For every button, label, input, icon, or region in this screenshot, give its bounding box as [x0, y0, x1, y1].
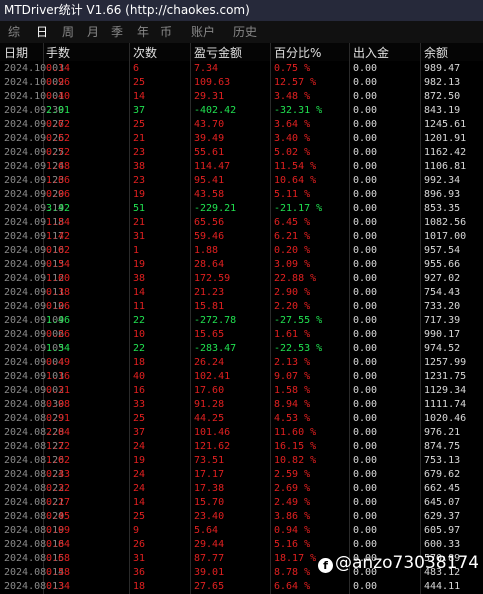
- title-bar: MTDriver统计 V1.66 (http://chaokes.com): [0, 0, 483, 21]
- watermark-text: @anzo7303817410: [335, 553, 478, 573]
- col-header-trades[interactable]: 次数: [133, 44, 157, 61]
- tab-list: 综日周月季年币账户 历史: [0, 21, 483, 43]
- cell-lots: 0.34: [46, 581, 71, 592]
- table-body: 2024.10.03 0.14 6 7.34 0.75 % 0.00 989.47 2024.…: [0, 61, 483, 594]
- tab-2[interactable]: 周: [59, 21, 77, 43]
- cell-deposit: 0.00: [353, 581, 378, 592]
- stats-table: 日期 手数 次数 盈亏金额 百分比% 出入金 余额 2024.10.03 0.14…: [0, 43, 483, 594]
- tab-0[interactable]: 综: [5, 21, 23, 43]
- col-header-lots[interactable]: 手数: [46, 44, 70, 61]
- tab-7[interactable]: 账户: [189, 21, 217, 43]
- cell-balance: 444.11: [424, 581, 461, 592]
- table-row[interactable]: 2024.08.13 0.34 18 27.65 6.64 % 0.00 444.11: [0, 579, 483, 594]
- col-header-deposit[interactable]: 出入金: [353, 44, 389, 61]
- tab-4[interactable]: 季: [108, 21, 126, 43]
- facebook-icon: f: [318, 558, 333, 573]
- tab-5[interactable]: 年: [134, 21, 152, 43]
- cell-trades: 18: [133, 581, 146, 592]
- tab-6[interactable]: 币: [157, 21, 175, 43]
- period-tab-bar: 综日周月季年币账户 历史: [0, 21, 483, 43]
- col-header-percent[interactable]: 百分比%: [274, 44, 321, 61]
- tab-1[interactable]: 日: [33, 21, 51, 43]
- table-header: 日期 手数 次数 盈亏金额 百分比% 出入金 余额: [0, 43, 483, 61]
- col-header-pnl[interactable]: 盈亏金额: [194, 44, 242, 61]
- watermark: f@anzo7303817410: [318, 551, 478, 575]
- cell-percent: 6.64 %: [274, 581, 311, 592]
- cell-pnl: 27.65: [194, 581, 225, 592]
- app-window: MTDriver统计 V1.66 (http://chaokes.com) 综日…: [0, 0, 483, 594]
- col-header-balance[interactable]: 余额: [424, 44, 448, 61]
- tab-8[interactable]: 历史: [231, 21, 259, 43]
- col-header-date[interactable]: 日期: [4, 44, 28, 61]
- tab-3[interactable]: 月: [84, 21, 102, 43]
